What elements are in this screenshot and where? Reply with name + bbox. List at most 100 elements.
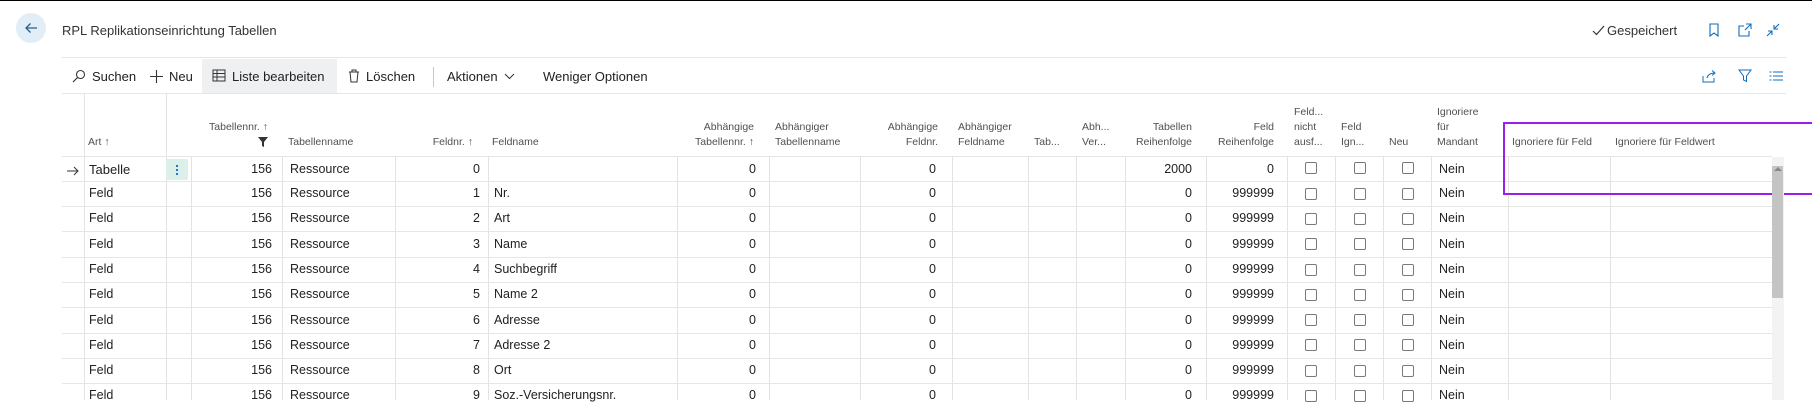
- open-new-window-button[interactable]: [1736, 21, 1754, 39]
- cell-ignoriere-mandant[interactable]: Nein: [1439, 262, 1465, 276]
- cell-abh-feldnr[interactable]: 0: [880, 363, 936, 377]
- cell-tabellennr[interactable]: 156: [200, 162, 272, 176]
- cell-tabellen-reihenfolge[interactable]: 0: [1130, 211, 1192, 225]
- cell-tabellen-reihenfolge[interactable]: 0: [1130, 338, 1192, 352]
- cell-tabellenname[interactable]: Ressource: [290, 363, 350, 377]
- cell-feldnr[interactable]: 1: [420, 186, 480, 200]
- feld-nicht-ausf-checkbox[interactable]: [1305, 162, 1317, 174]
- col-abh-feldnr[interactable]: Abhängige Feldnr.: [860, 120, 938, 150]
- cell-feldnr[interactable]: 3: [420, 237, 480, 251]
- col-abh-ver[interactable]: Abh... Ver...: [1082, 120, 1109, 150]
- cell-abh-tabellennr[interactable]: 0: [700, 211, 756, 225]
- feld-ign-checkbox[interactable]: [1354, 188, 1366, 200]
- cell-tabellenname[interactable]: Ressource: [290, 186, 350, 200]
- cell-feldnr[interactable]: 2: [420, 211, 480, 225]
- col-tabellenname[interactable]: Tabellenname: [288, 135, 353, 150]
- cell-tabellennr[interactable]: 156: [200, 338, 272, 352]
- cell-ignoriere-mandant[interactable]: Nein: [1439, 211, 1465, 225]
- neu-checkbox[interactable]: [1402, 339, 1414, 351]
- col-abh-tabellenname[interactable]: Abhängiger Tabellenname: [775, 120, 840, 150]
- cell-feld-reihenfolge[interactable]: 999999: [1210, 313, 1274, 327]
- cell-art[interactable]: Tabelle: [89, 162, 130, 177]
- edit-list-button[interactable]: Liste bearbeiten: [202, 59, 337, 93]
- cell-feldname[interactable]: Name: [494, 237, 527, 251]
- cell-tabellennr[interactable]: 156: [200, 237, 272, 251]
- feld-ign-checkbox[interactable]: [1354, 339, 1366, 351]
- cell-ignoriere-mandant[interactable]: Nein: [1439, 287, 1465, 301]
- cell-art[interactable]: Feld: [89, 237, 113, 251]
- scroll-up-button[interactable]: [1774, 158, 1782, 176]
- cell-tabellen-reihenfolge[interactable]: 0: [1130, 262, 1192, 276]
- neu-checkbox[interactable]: [1402, 390, 1414, 402]
- cell-art[interactable]: Feld: [89, 313, 113, 327]
- cell-abh-feldnr[interactable]: 0: [880, 287, 936, 301]
- cell-abh-tabellennr[interactable]: 0: [700, 363, 756, 377]
- cell-tabellen-reihenfolge[interactable]: 0: [1130, 237, 1192, 251]
- filter-button[interactable]: [1736, 67, 1754, 85]
- cell-ignoriere-mandant[interactable]: Nein: [1439, 162, 1465, 176]
- delete-button[interactable]: Löschen: [348, 59, 415, 93]
- col-abh-tabellennr[interactable]: Abhängige Tabellennr. ↑: [660, 120, 754, 150]
- cell-art[interactable]: Feld: [89, 186, 113, 200]
- cell-tabellenname[interactable]: Ressource: [290, 237, 350, 251]
- col-tabellen-reihenfolge[interactable]: Tabellen Reihenfolge: [1110, 120, 1192, 150]
- col-feld-ign[interactable]: Feld Ign...: [1341, 120, 1364, 150]
- cell-abh-feldnr[interactable]: 0: [880, 262, 936, 276]
- cell-ignoriere-mandant[interactable]: Nein: [1439, 237, 1465, 251]
- cell-feldname[interactable]: Name 2: [494, 287, 538, 301]
- cell-tabellennr[interactable]: 156: [200, 363, 272, 377]
- col-feldname[interactable]: Feldname: [492, 135, 539, 150]
- new-button[interactable]: Neu: [150, 59, 193, 93]
- cell-feld-reihenfolge[interactable]: 999999: [1210, 363, 1274, 377]
- col-tabellennr[interactable]: Tabellennr. ↑: [190, 120, 268, 150]
- neu-checkbox[interactable]: [1402, 213, 1414, 225]
- neu-checkbox[interactable]: [1402, 314, 1414, 326]
- feld-ign-checkbox[interactable]: [1354, 213, 1366, 225]
- cell-feldname[interactable]: Art: [494, 211, 510, 225]
- cell-ignoriere-mandant[interactable]: Nein: [1439, 186, 1465, 200]
- cell-tabellennr[interactable]: 156: [200, 287, 272, 301]
- feld-ign-checkbox[interactable]: [1354, 162, 1366, 174]
- cell-feldnr[interactable]: 0: [420, 162, 480, 176]
- feld-ign-checkbox[interactable]: [1354, 314, 1366, 326]
- feld-ign-checkbox[interactable]: [1354, 264, 1366, 276]
- cell-feldnr[interactable]: 4: [420, 262, 480, 276]
- feld-nicht-ausf-checkbox[interactable]: [1305, 264, 1317, 276]
- cell-feldnr[interactable]: 7: [420, 338, 480, 352]
- neu-checkbox[interactable]: [1402, 264, 1414, 276]
- cell-feld-reihenfolge[interactable]: 999999: [1210, 338, 1274, 352]
- cell-tabellennr[interactable]: 156: [200, 186, 272, 200]
- feld-ign-checkbox[interactable]: [1354, 289, 1366, 301]
- cell-tabellen-reihenfolge[interactable]: 2000: [1130, 162, 1192, 176]
- cell-ignoriere-mandant[interactable]: Nein: [1439, 338, 1465, 352]
- fewer-options-button[interactable]: Weniger Optionen: [543, 59, 648, 93]
- cell-tabellenname[interactable]: Ressource: [290, 313, 350, 327]
- cell-feld-reihenfolge[interactable]: 0: [1210, 162, 1274, 176]
- feld-nicht-ausf-checkbox[interactable]: [1305, 365, 1317, 377]
- col-feld-reihenfolge[interactable]: Feld Reihenfolge: [1196, 120, 1274, 150]
- feld-nicht-ausf-checkbox[interactable]: [1305, 188, 1317, 200]
- cell-abh-tabellennr[interactable]: 0: [700, 237, 756, 251]
- list-view-button[interactable]: [1767, 67, 1785, 85]
- cell-abh-tabellennr[interactable]: 0: [700, 338, 756, 352]
- neu-checkbox[interactable]: [1402, 188, 1414, 200]
- cell-tabellenname[interactable]: Ressource: [290, 162, 350, 176]
- cell-feld-reihenfolge[interactable]: 999999: [1210, 211, 1274, 225]
- col-tab[interactable]: Tab...: [1034, 135, 1060, 150]
- cell-abh-feldnr[interactable]: 0: [880, 338, 936, 352]
- feld-ign-checkbox[interactable]: [1354, 238, 1366, 250]
- cell-feldname[interactable]: Nr.: [494, 186, 510, 200]
- feld-nicht-ausf-checkbox[interactable]: [1305, 213, 1317, 225]
- scrollbar-thumb[interactable]: [1772, 166, 1783, 298]
- feld-nicht-ausf-checkbox[interactable]: [1305, 339, 1317, 351]
- col-art[interactable]: Art ↑: [88, 135, 110, 150]
- cell-abh-feldnr[interactable]: 0: [880, 313, 936, 327]
- neu-checkbox[interactable]: [1402, 238, 1414, 250]
- cell-art[interactable]: Feld: [89, 262, 113, 276]
- cell-abh-feldnr[interactable]: 0: [880, 162, 936, 176]
- cell-abh-tabellennr[interactable]: 0: [700, 162, 756, 176]
- cell-tabellen-reihenfolge[interactable]: 0: [1130, 363, 1192, 377]
- cell-abh-feldnr[interactable]: 0: [880, 186, 936, 200]
- feld-nicht-ausf-checkbox[interactable]: [1305, 390, 1317, 402]
- col-neu[interactable]: Neu: [1389, 135, 1408, 150]
